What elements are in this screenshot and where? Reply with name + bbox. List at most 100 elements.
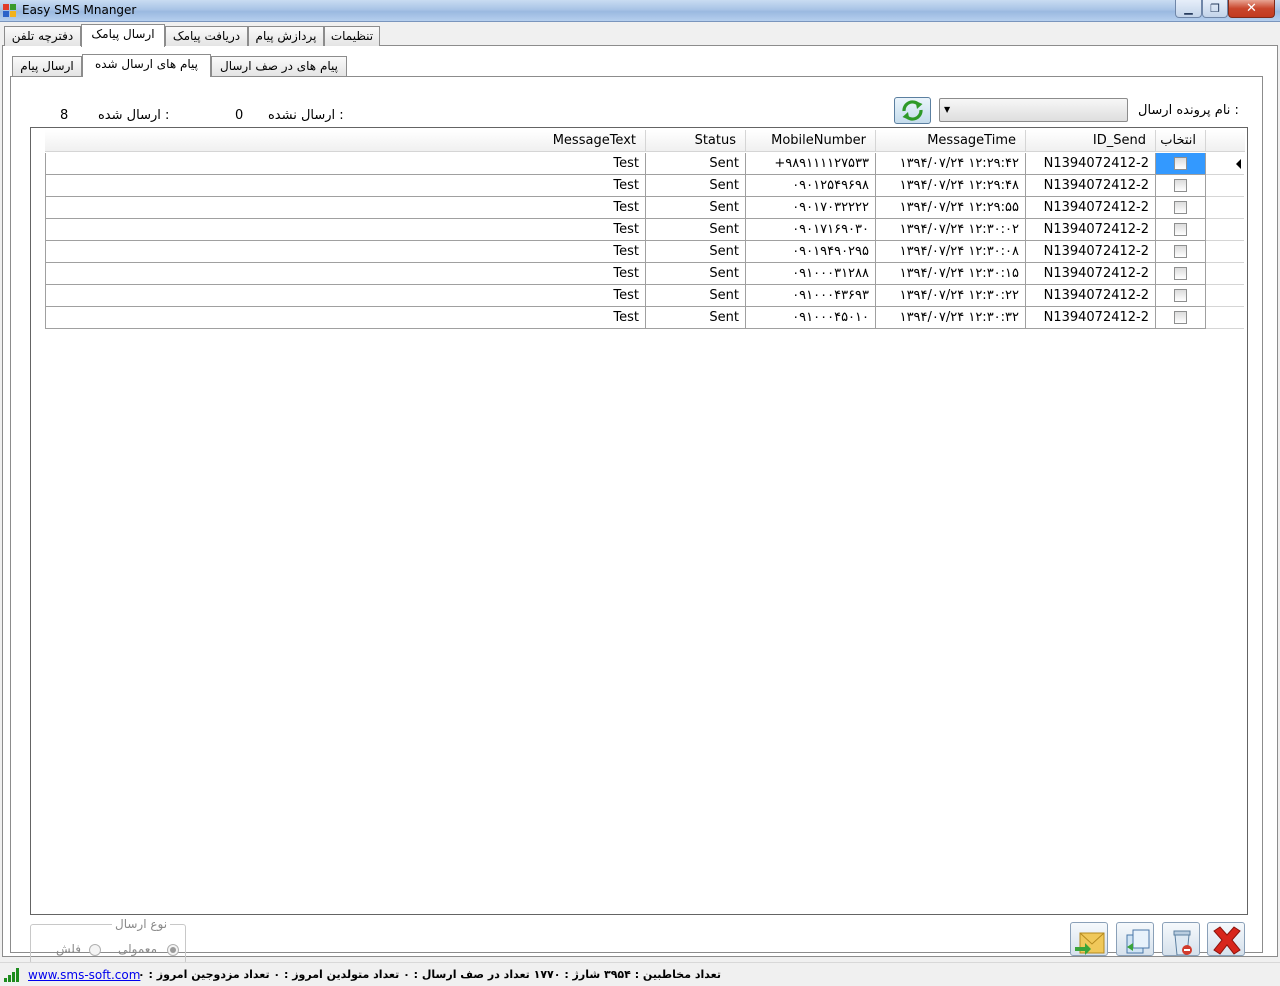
- row-header[interactable]: [1206, 307, 1244, 329]
- copy-button[interactable]: [1116, 922, 1154, 956]
- cell-id-send[interactable]: N1394072412-2: [1026, 285, 1156, 307]
- tab-phonebook[interactable]: دفترچه تلفن: [4, 26, 81, 46]
- cell-status[interactable]: Sent: [646, 197, 746, 219]
- cell-message-text[interactable]: Test: [45, 153, 646, 175]
- row-select-checkbox[interactable]: [1174, 311, 1187, 324]
- cell-message-time[interactable]: ۱۳۹۴/۰۷/۲۴ ۱۲:۲۹:۵۵: [876, 197, 1026, 219]
- row-header[interactable]: [1206, 175, 1244, 197]
- table-row[interactable]: Test Sent ۰۹۱۰۰۰۴۳۶۹۳ ۱۳۹۴/۰۷/۲۴ ۱۲:۳۰:۲۲ N1…: [45, 285, 1245, 307]
- table-row[interactable]: Test Sent ۰۹۰۱۹۴۹۰۲۹۵ ۱۳۹۴/۰۷/۲۴ ۱۲:۳۰:۰۸ N1…: [45, 241, 1245, 263]
- column-header-message-time[interactable]: MessageTime: [876, 130, 1026, 152]
- column-header-select[interactable]: انتخاب: [1156, 130, 1206, 152]
- cell-message-text[interactable]: Test: [45, 285, 646, 307]
- cell-status[interactable]: Sent: [646, 153, 746, 175]
- cell-status[interactable]: Sent: [646, 263, 746, 285]
- row-select-checkbox-cell[interactable]: [1156, 219, 1206, 241]
- row-select-checkbox-cell[interactable]: [1156, 175, 1206, 197]
- cell-mobile-number[interactable]: +۹۸۹۱۱۱۱۲۷۵۳۳: [746, 153, 876, 175]
- cell-id-send[interactable]: N1394072412-2: [1026, 175, 1156, 197]
- cell-message-text[interactable]: Test: [45, 241, 646, 263]
- row-select-checkbox-cell[interactable]: [1156, 153, 1206, 175]
- cell-message-time[interactable]: ۱۳۹۴/۰۷/۲۴ ۱۲:۳۰:۰۲: [876, 219, 1026, 241]
- cell-mobile-number[interactable]: ۰۹۱۰۰۰۴۳۶۹۳: [746, 285, 876, 307]
- tab-send-sms[interactable]: ارسال پیامک: [81, 24, 165, 47]
- close-button[interactable]: [1207, 922, 1245, 956]
- cell-id-send[interactable]: N1394072412-2: [1026, 153, 1156, 175]
- delete-button[interactable]: [1162, 922, 1200, 956]
- tab-receive-sms[interactable]: دریافت پیامک: [165, 26, 248, 46]
- cell-id-send[interactable]: N1394072412-2: [1026, 307, 1156, 329]
- send-button[interactable]: [1070, 922, 1108, 956]
- cell-message-text[interactable]: Test: [45, 197, 646, 219]
- row-header[interactable]: [1206, 197, 1244, 219]
- cell-id-send[interactable]: N1394072412-2: [1026, 263, 1156, 285]
- column-header-message-text[interactable]: MessageText: [45, 130, 646, 152]
- row-select-checkbox[interactable]: [1174, 223, 1187, 236]
- tab-message-processing[interactable]: پردازش پیام: [248, 26, 324, 46]
- row-header[interactable]: [1206, 241, 1244, 263]
- row-select-checkbox-cell[interactable]: [1156, 197, 1206, 219]
- cell-message-text[interactable]: Test: [45, 263, 646, 285]
- row-header[interactable]: [1206, 219, 1244, 241]
- cell-message-time[interactable]: ۱۳۹۴/۰۷/۲۴ ۱۲:۲۹:۴۸: [876, 175, 1026, 197]
- cell-status[interactable]: Sent: [646, 219, 746, 241]
- row-select-checkbox[interactable]: [1174, 179, 1187, 192]
- cell-id-send[interactable]: N1394072412-2: [1026, 219, 1156, 241]
- cell-message-time[interactable]: ۱۳۹۴/۰۷/۲۴ ۱۲:۳۰:۲۲: [876, 285, 1026, 307]
- cell-status[interactable]: Sent: [646, 241, 746, 263]
- cell-message-text[interactable]: Test: [45, 307, 646, 329]
- maximize-button[interactable]: ❐: [1202, 0, 1228, 18]
- maximize-icon: ❐: [1210, 2, 1220, 15]
- tab-settings[interactable]: تنظیمات: [324, 26, 380, 46]
- send-file-select[interactable]: ▼: [939, 98, 1128, 122]
- cell-mobile-number[interactable]: ۰۹۰۱۹۴۹۰۲۹۵: [746, 241, 876, 263]
- close-window-button[interactable]: ✕: [1228, 0, 1275, 18]
- row-select-checkbox[interactable]: [1174, 245, 1187, 258]
- refresh-button[interactable]: [894, 97, 931, 124]
- table-row[interactable]: Test Sent +۹۸۹۱۱۱۱۲۷۵۳۳ ۱۳۹۴/۰۷/۲۴ ۱۲:۲۹:۴۲…: [45, 153, 1245, 175]
- column-header-status[interactable]: Status: [646, 130, 746, 152]
- row-header[interactable]: [1206, 263, 1244, 285]
- cell-message-time[interactable]: ۱۳۹۴/۰۷/۲۴ ۱۲:۲۹:۴۲: [876, 153, 1026, 175]
- column-header-id-send[interactable]: ID_Send: [1026, 130, 1156, 152]
- cell-message-time[interactable]: ۱۳۹۴/۰۷/۲۴ ۱۲:۳۰:۰۸: [876, 241, 1026, 263]
- row-select-checkbox[interactable]: [1174, 201, 1187, 214]
- cell-id-send[interactable]: N1394072412-2: [1026, 197, 1156, 219]
- cell-id-send[interactable]: N1394072412-2: [1026, 241, 1156, 263]
- row-select-checkbox[interactable]: [1174, 157, 1187, 170]
- row-select-checkbox-cell[interactable]: [1156, 285, 1206, 307]
- row-select-checkbox[interactable]: [1174, 267, 1187, 280]
- cell-message-time[interactable]: ۱۳۹۴/۰۷/۲۴ ۱۲:۳۰:۱۵: [876, 263, 1026, 285]
- row-select-checkbox-cell[interactable]: [1156, 263, 1206, 285]
- cell-mobile-number[interactable]: ۰۹۱۰۰۰۳۱۲۸۸: [746, 263, 876, 285]
- current-row-indicator[interactable]: [1206, 153, 1244, 175]
- column-header-mobile-number[interactable]: MobileNumber: [746, 130, 876, 152]
- cell-message-text[interactable]: Test: [45, 175, 646, 197]
- table-row[interactable]: Test Sent ۰۹۱۰۰۰۴۵۰۱۰ ۱۳۹۴/۰۷/۲۴ ۱۲:۳۰:۳۲ N1…: [45, 307, 1245, 329]
- table-row[interactable]: Test Sent ۰۹۰۱۷۱۶۹۰۳۰ ۱۳۹۴/۰۷/۲۴ ۱۲:۳۰:۰۲ N1…: [45, 219, 1245, 241]
- row-select-checkbox-cell[interactable]: [1156, 241, 1206, 263]
- tab-send-message[interactable]: ارسال پیام: [12, 56, 82, 76]
- cell-mobile-number[interactable]: ۰۹۱۰۰۰۴۵۰۱۰: [746, 307, 876, 329]
- sent-messages-grid[interactable]: MessageText Status MobileNumber MessageT…: [30, 127, 1248, 915]
- tab-sent-messages[interactable]: پیام های ارسال شده: [82, 54, 211, 77]
- tab-queued-messages[interactable]: پیام های در صف ارسال: [211, 56, 347, 76]
- cell-mobile-number[interactable]: ۰۹۰۱۷۱۶۹۰۳۰: [746, 219, 876, 241]
- cell-message-time[interactable]: ۱۳۹۴/۰۷/۲۴ ۱۲:۳۰:۳۲: [876, 307, 1026, 329]
- row-header[interactable]: [1206, 285, 1244, 307]
- website-link[interactable]: www.sms-soft.com: [28, 968, 140, 982]
- table-row[interactable]: Test Sent ۰۹۱۰۰۰۳۱۲۸۸ ۱۳۹۴/۰۷/۲۴ ۱۲:۳۰:۱۵ N1…: [45, 263, 1245, 285]
- row-select-checkbox-cell[interactable]: [1156, 307, 1206, 329]
- row-select-checkbox[interactable]: [1174, 289, 1187, 302]
- cell-mobile-number[interactable]: ۰۹۰۱۷۰۳۲۲۲۲: [746, 197, 876, 219]
- cell-mobile-number[interactable]: ۰۹۰۱۲۵۴۹۶۹۸: [746, 175, 876, 197]
- cell-status[interactable]: Sent: [646, 175, 746, 197]
- normal-radio[interactable]: [167, 944, 179, 956]
- cell-status[interactable]: Sent: [646, 285, 746, 307]
- table-row[interactable]: Test Sent ۰۹۰۱۲۵۴۹۶۹۸ ۱۳۹۴/۰۷/۲۴ ۱۲:۲۹:۴۸ N1…: [45, 175, 1245, 197]
- table-row[interactable]: Test Sent ۰۹۰۱۷۰۳۲۲۲۲ ۱۳۹۴/۰۷/۲۴ ۱۲:۲۹:۵۵ N1…: [45, 197, 1245, 219]
- cell-status[interactable]: Sent: [646, 307, 746, 329]
- flash-radio[interactable]: [89, 944, 101, 956]
- minimize-button[interactable]: ▁: [1175, 0, 1202, 18]
- cell-message-text[interactable]: Test: [45, 219, 646, 241]
